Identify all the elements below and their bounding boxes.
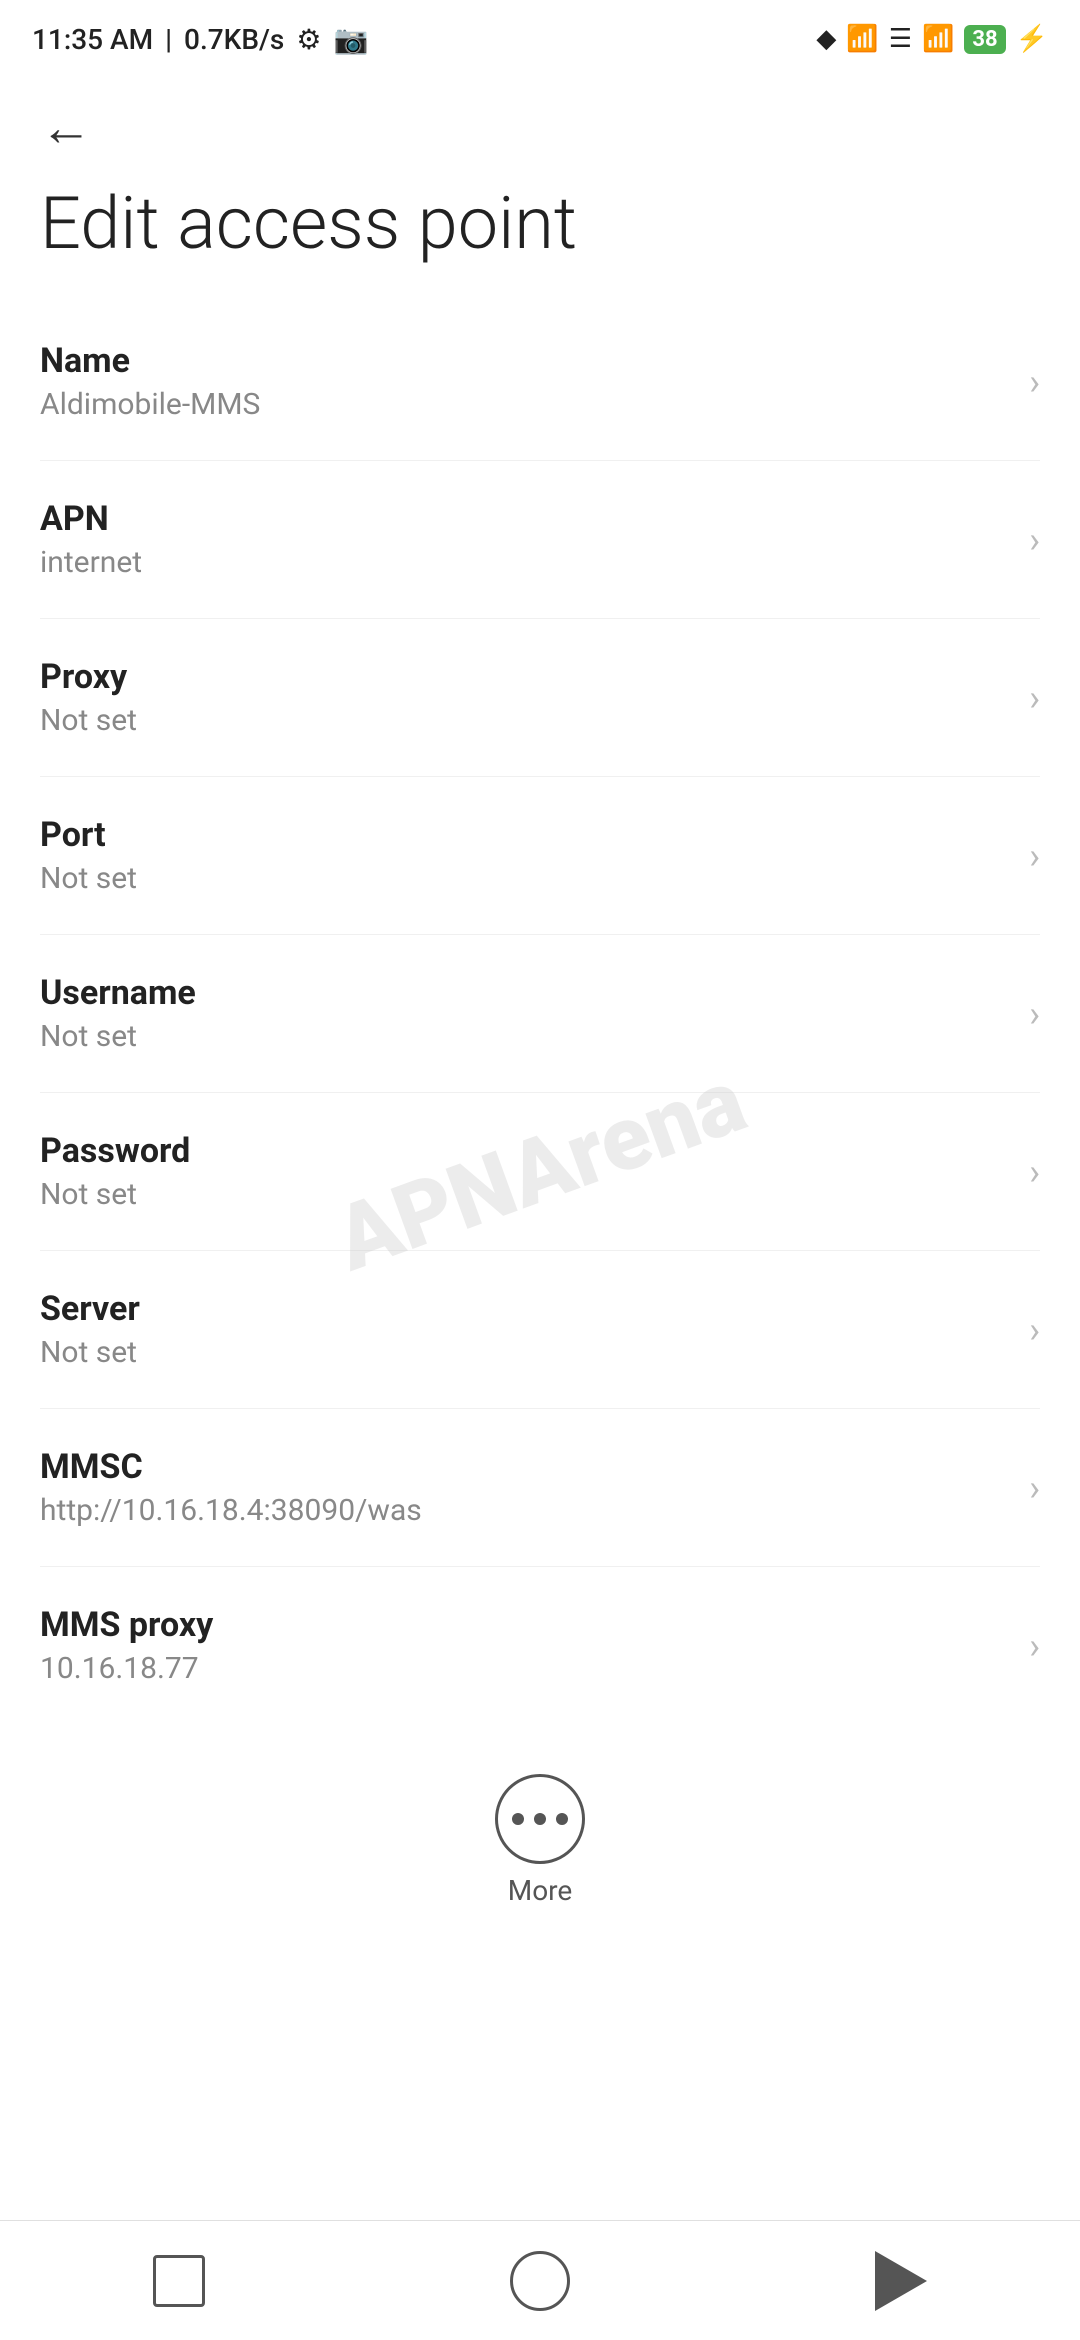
settings-label-mms-proxy: MMS proxy [40,1605,1009,1645]
settings-item-port-content: Port Not set [40,815,1009,896]
settings-item-password-content: Password Not set [40,1131,1009,1212]
dot-2 [534,1813,546,1825]
chevron-icon-proxy: › [1029,677,1040,719]
bluetooth-icon: ◆ [816,24,836,54]
settings-value-mms-proxy: 10.16.18.77 [40,1651,1009,1686]
wifi-icon: 📶 [922,24,954,54]
settings-list: Name Aldimobile-MMS › APN internet › Pro… [0,303,1080,1724]
speed-value: 0.7KB/s [184,23,284,56]
settings-label-name: Name [40,341,1009,381]
settings-item-proxy-content: Proxy Not set [40,657,1009,738]
settings-item-server[interactable]: Server Not set › [40,1251,1040,1409]
charging-icon: ⚡ [1016,24,1048,54]
settings-label-apn: APN [40,499,1009,539]
more-button[interactable]: More [495,1774,585,1907]
settings-item-name[interactable]: Name Aldimobile-MMS › [40,303,1040,461]
chevron-icon-port: › [1029,835,1040,877]
settings-item-username[interactable]: Username Not set › [40,935,1040,1093]
settings-label-username: Username [40,973,1009,1013]
settings-item-port[interactable]: Port Not set › [40,777,1040,935]
settings-item-mmsc[interactable]: MMSC http://10.16.18.4:38090/was › [40,1409,1040,1567]
more-circle-icon [495,1774,585,1864]
triangle-icon [875,2251,927,2311]
camera-icon: 📷 [333,23,368,56]
chevron-icon-name: › [1029,361,1040,403]
square-icon [153,2255,205,2307]
chevron-icon-mmsc: › [1029,1467,1040,1509]
settings-item-mmsc-content: MMSC http://10.16.18.4:38090/was [40,1447,1009,1528]
status-right: ◆ 📶 ☰ 📶 38 ⚡ [816,24,1048,54]
settings-value-mmsc: http://10.16.18.4:38090/was [40,1493,1009,1528]
settings-label-port: Port [40,815,1009,855]
speed-display: | [165,23,172,56]
chevron-icon-mms-proxy: › [1029,1625,1040,1667]
status-bar: 11:35 AM | 0.7KB/s ⚙ 📷 ◆ 📶 ☰ 📶 38 ⚡ [0,0,1080,72]
battery-display: 38 [964,25,1005,54]
settings-item-apn-content: APN internet [40,499,1009,580]
back-nav-button[interactable] [875,2251,927,2311]
signal-4g-icon: 📶 [846,24,878,54]
settings-item-server-content: Server Not set [40,1289,1009,1370]
page-title: Edit access point [40,184,1040,263]
settings-item-username-content: Username Not set [40,973,1009,1054]
chevron-icon-username: › [1029,993,1040,1035]
more-container: More [0,1744,1080,1937]
settings-value-port: Not set [40,861,1009,896]
more-dots-icon [512,1813,568,1825]
dot-1 [512,1813,524,1825]
settings-value-server: Not set [40,1335,1009,1370]
settings-icon: ⚙ [296,23,321,56]
settings-label-mmsc: MMSC [40,1447,1009,1487]
battery-value: 38 [972,27,997,52]
settings-label-password: Password [40,1131,1009,1171]
settings-label-proxy: Proxy [40,657,1009,697]
settings-value-apn: internet [40,545,1009,580]
status-left: 11:35 AM | 0.7KB/s ⚙ 📷 [32,23,368,56]
settings-item-mms-proxy-content: MMS proxy 10.16.18.77 [40,1605,1009,1686]
settings-value-name: Aldimobile-MMS [40,387,1009,422]
settings-value-username: Not set [40,1019,1009,1054]
settings-item-proxy[interactable]: Proxy Not set › [40,619,1040,777]
settings-item-apn[interactable]: APN internet › [40,461,1040,619]
chevron-icon-server: › [1029,1309,1040,1351]
settings-item-password[interactable]: Password Not set › [40,1093,1040,1251]
nav-bar [0,2220,1080,2340]
more-label: More [508,1874,573,1907]
settings-item-mms-proxy[interactable]: MMS proxy 10.16.18.77 › [40,1567,1040,1724]
settings-value-password: Not set [40,1177,1009,1212]
header: ← Edit access point [0,72,1080,303]
settings-label-server: Server [40,1289,1009,1329]
signal-bars-icon: ☰ [889,24,912,54]
chevron-icon-password: › [1029,1151,1040,1193]
home-button[interactable] [510,2251,570,2311]
settings-item-name-content: Name Aldimobile-MMS [40,341,1009,422]
time-display: 11:35 AM [32,23,153,56]
back-button[interactable]: ← [40,102,92,154]
recent-apps-button[interactable] [153,2255,205,2307]
circle-icon [510,2251,570,2311]
chevron-icon-apn: › [1029,519,1040,561]
settings-value-proxy: Not set [40,703,1009,738]
dot-3 [556,1813,568,1825]
